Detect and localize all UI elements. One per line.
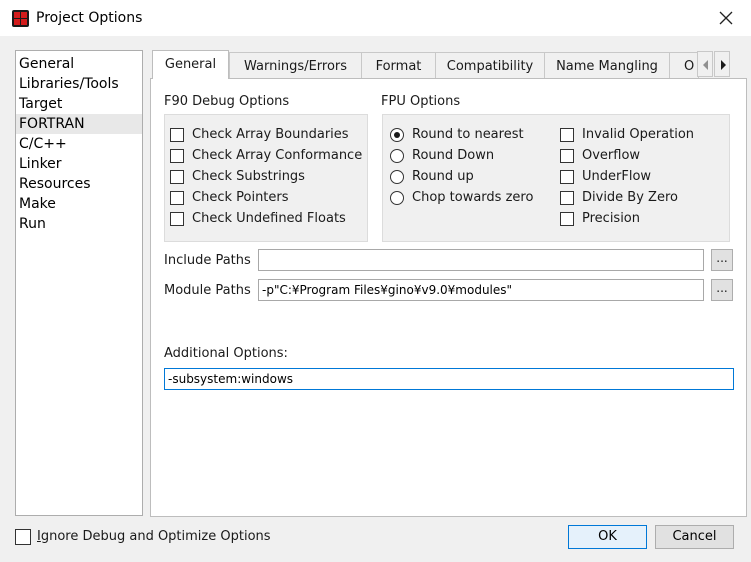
additional-options-input[interactable]: -subsystem:windows [164,368,734,390]
tab-warnings-errors[interactable]: Warnings/Errors [229,52,362,78]
app-icon [12,10,29,27]
module-paths-input[interactable]: -p"C:¥Program Files¥gino¥v9.0¥modules" [258,279,704,301]
additional-options-label: Additional Options: [164,346,288,361]
include-paths-label: Include Paths [164,253,251,268]
ok-button[interactable]: OK [568,525,647,549]
ignore-debug-optimize-checkbox[interactable] [15,529,31,545]
ignore-label-text: gnore Debug and Optimize Options [40,529,271,544]
general-tab-panel: F90 Debug Options Check Array Boundaries… [150,78,747,517]
tab-compatibility[interactable]: Compatibility [435,52,545,78]
option-label: Round to nearest [412,127,524,142]
fpu-options-group: Round to nearest Round Down Round up Cho… [382,114,730,242]
title-bar: Project Options [0,0,751,36]
tab-general[interactable]: General [152,50,229,79]
include-paths-input[interactable] [258,249,704,271]
checkbox-box [560,128,574,142]
cancel-button[interactable]: Cancel [655,525,734,549]
module-paths-browse-button[interactable]: ... [711,279,733,301]
category-item-c-cpp[interactable]: C/C++ [16,134,142,154]
tab-overflow[interactable]: O [669,52,699,78]
fpu-options-title: FPU Options [381,94,461,109]
category-item-linker[interactable]: Linker [16,154,142,174]
chevron-right-icon [721,60,726,70]
include-paths-browse-button[interactable]: ... [711,249,733,271]
option-label: Precision [582,211,641,226]
module-paths-label: Module Paths [164,283,251,298]
option-label: UnderFlow [582,169,652,184]
tab-format[interactable]: Format [361,52,436,78]
checkbox-box [170,191,184,205]
f90-debug-options-group: Check Array Boundaries Check Array Confo… [164,114,368,242]
checkbox-box [560,170,574,184]
category-list[interactable]: General Libraries/Tools Target FORTRAN C… [15,50,143,516]
option-label: Check Array Conformance [192,148,363,163]
checkbox-box [170,128,184,142]
category-item-general[interactable]: General [16,54,142,74]
category-item-target[interactable]: Target [16,94,142,114]
close-icon [719,11,733,25]
chevron-left-icon [703,60,708,70]
checkbox-box [170,170,184,184]
radio-circle [390,128,404,142]
checkbox-box [170,149,184,163]
option-label: Chop towards zero [412,190,534,205]
option-label: Divide By Zero [582,190,678,205]
ignore-debug-optimize-label[interactable]: Ignore Debug and Optimize Options [37,529,271,544]
category-item-resources[interactable]: Resources [16,174,142,194]
option-label: Overflow [582,148,641,163]
option-label: Invalid Operation [582,127,695,142]
category-item-fortran[interactable]: FORTRAN [16,114,142,134]
f90-debug-options-title: F90 Debug Options [164,94,290,109]
checkbox-box [560,191,574,205]
option-label: Round Down [412,148,495,163]
option-label: Round up [412,169,474,184]
checkbox-box [560,212,574,226]
window-title: Project Options [36,10,143,26]
tab-scroll-right-button[interactable] [714,51,730,77]
checkbox-box [170,212,184,226]
option-label: Check Pointers [192,190,289,205]
radio-circle [390,191,404,205]
tab-scroll-left-button[interactable] [697,51,713,77]
tab-name-mangling[interactable]: Name Mangling [544,52,670,78]
option-label: Check Array Boundaries [192,127,349,142]
radio-circle [390,149,404,163]
category-item-libraries-tools[interactable]: Libraries/Tools [16,74,142,94]
option-label: Check Substrings [192,169,305,184]
radio-circle [390,170,404,184]
category-item-make[interactable]: Make [16,194,142,214]
option-label: Check Undefined Floats [192,211,346,226]
checkbox-box [560,149,574,163]
close-button[interactable] [712,6,740,30]
category-item-run[interactable]: Run [16,214,142,234]
